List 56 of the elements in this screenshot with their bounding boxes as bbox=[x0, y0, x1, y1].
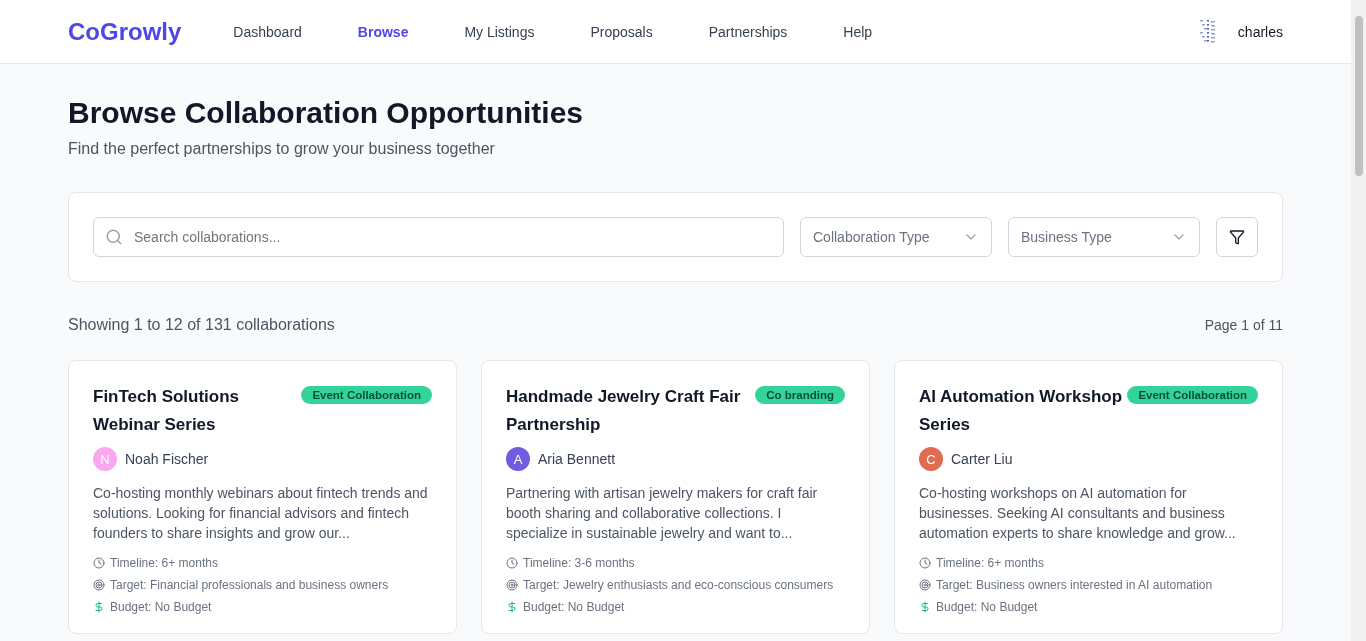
target-icon bbox=[919, 579, 931, 591]
detail-text: Target: Business owners interested in AI automation bbox=[936, 577, 1213, 593]
clock-icon bbox=[506, 557, 518, 569]
nav-link[interactable]: Help bbox=[843, 23, 873, 40]
clock-icon bbox=[93, 557, 105, 569]
detail-text: Budget: No Budget bbox=[936, 599, 1038, 615]
detail-text: Budget: No Budget bbox=[110, 599, 212, 615]
author-avatar: A bbox=[506, 447, 530, 471]
results-summary: Showing 1 to 12 of 131 collaborations bbox=[68, 316, 335, 334]
dollar-icon bbox=[93, 601, 105, 613]
user-name[interactable]: charles bbox=[1237, 23, 1283, 40]
dollar-icon bbox=[506, 601, 518, 613]
search-field[interactable]: Search collaborations... bbox=[93, 217, 784, 257]
author-avatar: C bbox=[919, 447, 943, 471]
detail-text: Budget: No Budget bbox=[523, 599, 625, 615]
author-avatar: N bbox=[93, 447, 117, 471]
filter-button[interactable] bbox=[1216, 217, 1258, 257]
scrollbar[interactable] bbox=[1351, 0, 1366, 641]
detail-text: Target: Jewelry enthusiasts and eco-conscious consumers bbox=[523, 577, 834, 593]
collaboration-card[interactable] bbox=[894, 360, 1283, 634]
type-tag: Event Collaboration bbox=[301, 386, 432, 404]
nav-link[interactable]: My Listings bbox=[464, 23, 535, 40]
author-name: Carter Liu bbox=[951, 451, 1013, 467]
author-name: Noah Fischer bbox=[125, 451, 209, 467]
collaboration-card[interactable] bbox=[481, 360, 870, 634]
card-title: FinTech Solutions Webinar Series bbox=[93, 386, 241, 436]
clock-icon bbox=[919, 557, 931, 569]
type-dropdown[interactable]: Collaboration Type bbox=[800, 217, 992, 257]
dollar-icon bbox=[919, 601, 931, 613]
detail-text: Timeline: 6+ months bbox=[936, 555, 1044, 571]
card-title: Handmade Jewelry Craft Fair Partnership bbox=[506, 386, 742, 436]
type-tag: Event Collaboration bbox=[1127, 386, 1258, 404]
type-dropdown[interactable]: Business Type bbox=[1008, 217, 1200, 257]
type-tag: Co branding bbox=[755, 386, 845, 404]
nav-link[interactable]: Dashboard bbox=[233, 23, 302, 40]
detail-text: Target: Financial professionals and business owners bbox=[110, 577, 389, 593]
logo[interactable]: CoGrowly bbox=[68, 17, 182, 46]
card-title: AI Automation Workshop Series bbox=[919, 386, 1124, 436]
card-description: Co-hosting monthly webinars about fintech trends and solutions. Looking for financial advisors and fintech founders to share insights and grow our... bbox=[93, 484, 429, 543]
nav-link[interactable]: Partnerships bbox=[708, 23, 788, 40]
collaboration-card[interactable] bbox=[68, 360, 457, 634]
target-icon bbox=[93, 579, 105, 591]
detail-text: Timeline: 3-6 months bbox=[523, 555, 635, 571]
filter-icon bbox=[1229, 229, 1245, 245]
detail-text: Timeline: 6+ months bbox=[110, 555, 218, 571]
target-icon bbox=[506, 579, 518, 591]
card-description: Co-hosting workshops on AI automation for businesses. Seeking AI consultants and business automation experts to share knowledge and grow... bbox=[919, 484, 1237, 543]
scrollbar-thumb[interactable] bbox=[1354, 16, 1363, 176]
page-title: Browse Collaboration Opportunities bbox=[68, 96, 585, 130]
nav-link[interactable]: Proposals bbox=[590, 23, 653, 40]
page-indicator: Page 1 of 11 bbox=[1204, 317, 1283, 333]
card-description: Partnering with artisan jewelry makers for craft fair booth sharing and collaborative collections. I specialize in sustainable jewelry and want to... bbox=[506, 484, 819, 543]
author-name: Aria Bennett bbox=[538, 451, 616, 467]
page-subtitle: Find the perfect partnerships to grow your business together bbox=[68, 140, 496, 158]
nav-link[interactable]: Browse bbox=[357, 23, 409, 40]
search-icon bbox=[105, 228, 123, 246]
